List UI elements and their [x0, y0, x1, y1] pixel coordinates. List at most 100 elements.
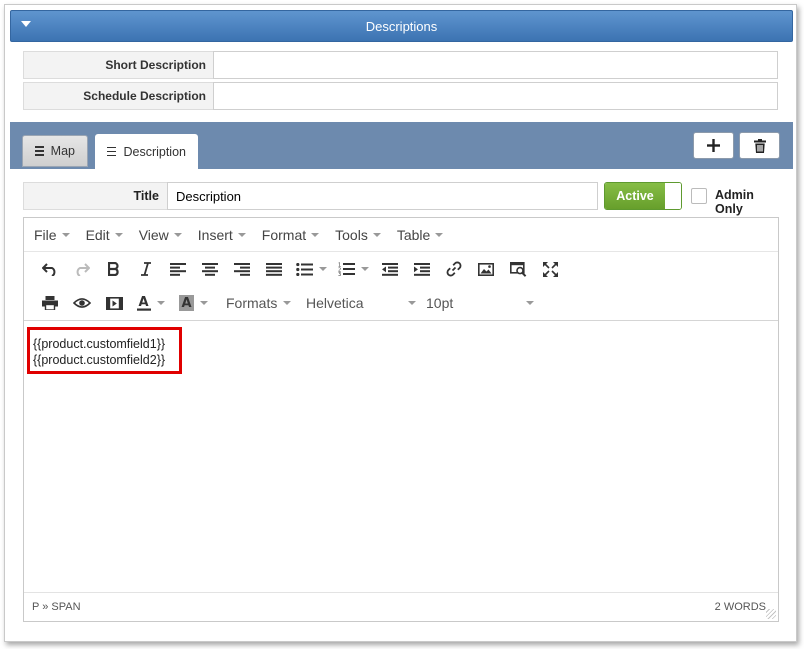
- chevron-down-icon: [157, 301, 165, 305]
- short-description-label: Short Description: [23, 51, 213, 79]
- redo-icon: [76, 263, 90, 276]
- resize-handle-icon[interactable]: [766, 609, 776, 619]
- schedule-description-label: Schedule Description: [23, 82, 213, 110]
- trash-icon: [753, 138, 766, 153]
- align-left-icon: [170, 262, 186, 276]
- add-button[interactable]: [693, 132, 734, 159]
- insert-link-button[interactable]: [438, 256, 470, 282]
- short-description-row: Short Description: [23, 51, 778, 79]
- print-button[interactable]: [34, 290, 66, 316]
- preview-search-button[interactable]: [502, 256, 534, 282]
- collapse-caret-icon[interactable]: [21, 21, 31, 27]
- insert-media-button[interactable]: [98, 290, 130, 316]
- title-label: Title: [23, 182, 167, 210]
- menu-lines-icon: [35, 144, 44, 159]
- active-toggle[interactable]: Active: [604, 182, 682, 210]
- bold-button[interactable]: [98, 256, 130, 282]
- active-toggle-label: Active: [605, 183, 665, 209]
- media-icon: [105, 296, 123, 310]
- align-right-icon: [234, 262, 250, 276]
- menu-edit-label: Edit: [85, 226, 110, 243]
- formats-label: Formats: [226, 295, 278, 311]
- align-center-icon: [202, 262, 218, 276]
- image-search-icon: [509, 261, 526, 277]
- menu-file[interactable]: File: [34, 227, 70, 243]
- font-family-dropdown[interactable]: Helvetica: [306, 290, 426, 316]
- editor-menubar: File Edit View Insert Format Tools Table: [24, 218, 778, 252]
- outdent-icon: [382, 262, 398, 276]
- preview-button[interactable]: [66, 290, 98, 316]
- chevron-down-icon: [283, 301, 292, 305]
- menu-view[interactable]: View: [139, 227, 182, 243]
- font-size-value: 10pt: [426, 295, 454, 311]
- editor-statusbar: P » SPAN 2 WORDS: [24, 592, 778, 621]
- justify-button[interactable]: [258, 256, 290, 282]
- menu-format[interactable]: Format: [262, 227, 320, 243]
- content-line-2: {{product.customfield2}}: [33, 353, 166, 367]
- menu-edit[interactable]: Edit: [86, 227, 123, 243]
- schedule-description-input[interactable]: [213, 82, 778, 110]
- text-color-button[interactable]: A: [130, 290, 172, 316]
- background-color-button[interactable]: A: [172, 290, 214, 316]
- chevron-down-icon: [173, 232, 182, 237]
- chevron-down-icon: [237, 232, 246, 237]
- delete-button[interactable]: [739, 132, 780, 159]
- chevron-down-icon: [435, 232, 444, 237]
- title-input[interactable]: [167, 182, 598, 210]
- menu-tools-label: Tools: [335, 226, 368, 243]
- panel-header[interactable]: Descriptions: [10, 10, 793, 42]
- numbered-list-button[interactable]: 123: [332, 256, 374, 282]
- redo-button[interactable]: [66, 256, 98, 282]
- short-description-input[interactable]: [213, 51, 778, 79]
- align-center-button[interactable]: [194, 256, 226, 282]
- title-row: Title Active Admin Only: [23, 182, 783, 216]
- tab-description[interactable]: Description: [95, 134, 198, 169]
- chevron-down-icon: [408, 301, 416, 305]
- italic-button[interactable]: [130, 256, 162, 282]
- descriptions-window: Descriptions Short Description Schedule …: [4, 4, 797, 642]
- undo-icon: [42, 263, 56, 276]
- rich-text-editor: File Edit View Insert Format Tools Table: [23, 217, 779, 622]
- image-icon: [478, 262, 494, 276]
- content-line-1: {{product.customfield1}}: [33, 337, 166, 351]
- toggle-knob: [665, 183, 681, 209]
- chevron-down-icon: [199, 301, 208, 305]
- fullscreen-button[interactable]: [534, 256, 566, 282]
- bullet-list-button[interactable]: [290, 256, 332, 282]
- tab-description-label: Description: [123, 144, 186, 159]
- menu-tools[interactable]: Tools: [335, 227, 381, 243]
- admin-only-checkbox[interactable]: [691, 188, 707, 204]
- bold-icon: [108, 262, 119, 276]
- indent-button[interactable]: [406, 256, 438, 282]
- insert-image-button[interactable]: [470, 256, 502, 282]
- menu-table[interactable]: Table: [397, 227, 444, 243]
- justify-icon: [266, 262, 282, 276]
- editor-content-area[interactable]: {{product.customfield1}} {{product.custo…: [24, 323, 778, 591]
- menu-insert-label: Insert: [197, 226, 233, 243]
- chevron-down-icon: [526, 301, 534, 305]
- numbered-list-icon: 123: [338, 263, 355, 276]
- align-right-button[interactable]: [226, 256, 258, 282]
- panel-title: Descriptions: [365, 18, 438, 34]
- menu-insert[interactable]: Insert: [198, 227, 246, 243]
- tab-bar: Map Description: [10, 122, 793, 169]
- italic-icon: [141, 262, 151, 276]
- menu-view-label: View: [138, 226, 169, 243]
- chevron-down-icon: [318, 267, 327, 271]
- tab-map-label: Map: [50, 144, 75, 158]
- formats-dropdown[interactable]: Formats: [226, 290, 306, 316]
- font-family-value: Helvetica: [306, 295, 364, 311]
- eye-icon: [73, 298, 91, 308]
- font-size-dropdown[interactable]: 10pt: [426, 290, 536, 316]
- plus-icon: [707, 139, 720, 152]
- editor-toolbar-row-2: A A Formats Helvetica 10pt: [24, 286, 778, 321]
- chevron-down-icon: [360, 267, 369, 271]
- link-icon: [446, 261, 462, 277]
- element-path[interactable]: P » SPAN: [32, 601, 81, 613]
- outdent-button[interactable]: [374, 256, 406, 282]
- undo-button[interactable]: [34, 256, 66, 282]
- align-left-button[interactable]: [162, 256, 194, 282]
- tab-map[interactable]: Map: [22, 135, 88, 167]
- chevron-down-icon: [311, 232, 320, 237]
- background-color-icon: A: [178, 295, 194, 311]
